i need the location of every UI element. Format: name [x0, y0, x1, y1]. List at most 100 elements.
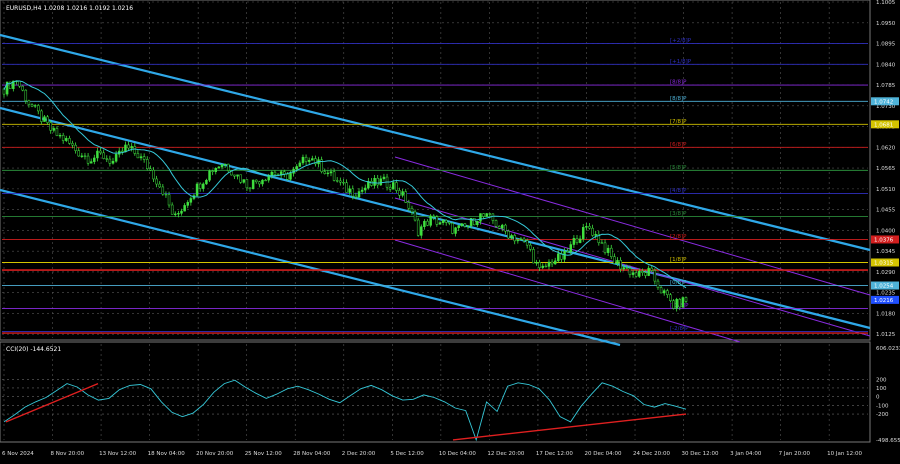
price-tick-label: 1.0950: [876, 21, 896, 27]
candle-body: [451, 223, 454, 234]
candle-body: [127, 144, 130, 149]
candle-body: [108, 158, 112, 164]
candle-body: [121, 150, 124, 153]
candle-body: [578, 238, 582, 243]
candle-body: [258, 181, 261, 185]
price-tag-label: 1.0742: [874, 99, 893, 105]
price-tag-label: 1.0254: [874, 284, 894, 290]
candle-body: [553, 260, 557, 265]
candle-body: [491, 213, 495, 221]
candle-body: [242, 179, 246, 183]
candle-body: [488, 213, 492, 215]
candle-body: [479, 213, 482, 222]
candle-body: [438, 222, 442, 225]
candle-body: [482, 213, 485, 217]
candle-body: [323, 171, 327, 174]
candle-body: [223, 163, 227, 166]
candle-body: [86, 155, 90, 164]
candle-body: [566, 251, 569, 253]
price-tick-label: 1.0455: [876, 208, 896, 214]
time-tick-label: 6 Nov 2024: [2, 451, 34, 457]
price-tick-label: 1.0565: [876, 166, 896, 172]
candle-body: [638, 270, 641, 277]
candle-body: [214, 168, 218, 172]
candle-body: [662, 290, 666, 294]
candle-body: [264, 179, 267, 182]
candle-body: [401, 191, 404, 196]
candle-body: [678, 299, 682, 308]
candle-body: [220, 164, 224, 168]
candle-body: [71, 143, 74, 146]
candle-body: [525, 240, 529, 246]
murrey-level-label: [5/8]P: [670, 165, 687, 171]
candle-body: [111, 161, 115, 164]
candle-body: [457, 225, 460, 229]
candle-body: [631, 272, 635, 275]
candle-body: [236, 174, 239, 177]
time-tick-label: 24 Dec 20:00: [633, 451, 670, 457]
cci-tick-label: -100: [876, 403, 889, 409]
candle-body: [205, 179, 208, 185]
price-tick-label: 1.0180: [876, 311, 896, 317]
candle-body: [24, 89, 28, 102]
candle-body: [585, 226, 588, 228]
time-tick-label: 28 Nov 04:00: [293, 451, 331, 457]
murrey-level-label: [+1/8]P: [670, 59, 692, 65]
candle-body: [476, 220, 479, 226]
candle-body: [149, 168, 152, 171]
forex-chart: [+2/8]P [+1/8]P [8/8]P [8/8]P [7/8]P [6/8]P [5…: [0, 0, 900, 460]
candle-body: [61, 135, 65, 141]
candle-body: [311, 158, 314, 161]
price-tick-label: 1.1005: [876, 0, 896, 6]
murrey-level-label: [+2/8]P: [670, 38, 692, 44]
candle-body: [124, 144, 127, 153]
candle-body: [130, 146, 133, 149]
candle-body: [569, 244, 573, 253]
candle-body: [382, 176, 386, 180]
candle-body: [497, 225, 501, 229]
candle-body: [254, 179, 258, 183]
candle-body: [494, 220, 498, 227]
candle-body: [339, 180, 342, 183]
candle-body: [360, 189, 364, 192]
candle-body: [466, 225, 470, 227]
candle-body: [370, 181, 373, 186]
murrey-level-label: [-2/8]P: [670, 326, 689, 332]
candle-body: [211, 170, 214, 172]
candle-body: [198, 183, 202, 189]
candle-body: [659, 287, 663, 294]
murrey-level-label: [4/8]P: [670, 188, 687, 194]
price-tag-label: 1.0681: [874, 123, 893, 129]
candle-body: [653, 270, 657, 282]
candle-body: [52, 128, 56, 131]
candle-body: [167, 194, 171, 206]
candle-body: [180, 210, 183, 214]
time-tick-label: 5 Dec 12:00: [390, 451, 424, 457]
candle-body: [522, 238, 526, 241]
candle-body: [650, 267, 653, 271]
candle-body: [68, 138, 71, 144]
candle-body: [217, 166, 221, 169]
candle-body: [647, 267, 650, 276]
candle-body: [46, 116, 49, 123]
candle-body: [105, 158, 109, 160]
time-tick-label: 10 Dec 04:00: [439, 451, 476, 457]
candle-body: [625, 267, 629, 269]
cci-tick-label: 606.0233: [876, 346, 900, 352]
time-tick-label: 25 Nov 12:00: [245, 451, 283, 457]
price-tag-label: 1.0376: [874, 238, 894, 244]
candle-body: [613, 256, 616, 264]
candle-body: [58, 135, 62, 137]
candle-body: [74, 144, 77, 151]
cci-tick-label: -200: [876, 412, 889, 418]
candle-body: [379, 178, 383, 186]
time-tick-label: 18 Nov 04:00: [148, 451, 186, 457]
candle-body: [532, 249, 535, 264]
candle-body: [30, 104, 34, 107]
candle-body: [96, 150, 99, 159]
candle-body: [410, 207, 414, 213]
candle-body: [301, 156, 305, 164]
candle-body: [298, 162, 302, 167]
candle-body: [114, 154, 118, 162]
candle-body: [413, 211, 417, 221]
